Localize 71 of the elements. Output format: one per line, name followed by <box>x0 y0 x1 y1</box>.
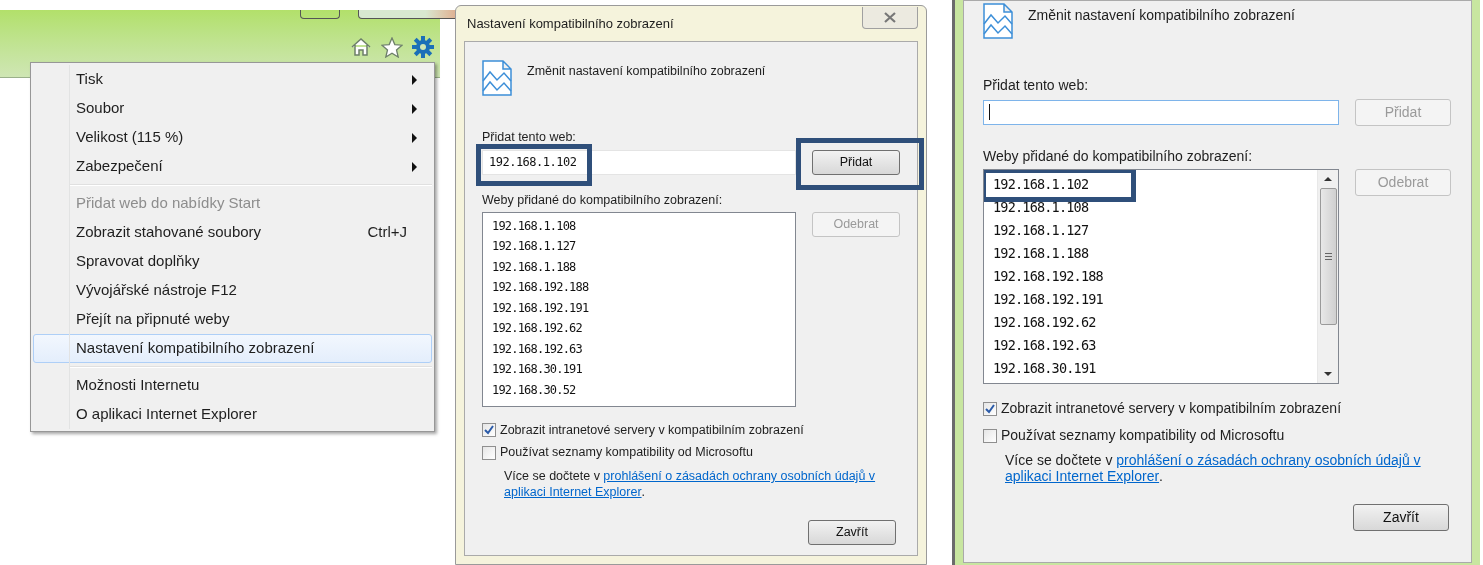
star-icon[interactable] <box>381 36 403 58</box>
privacy-link[interactable]: prohlášení o zásadách ochrany osobních údajů v <box>1116 452 1421 468</box>
url-input-field[interactable] <box>983 100 1339 125</box>
info-text: Více se dočtete v prohlášení o zásadách ochrany osobních údajů v <box>1005 452 1422 468</box>
site-list-item[interactable]: 192.168.1.102 <box>993 174 1089 197</box>
text-cursor <box>989 104 990 120</box>
list-label: Weby přidané do kompatibilního zobrazení: <box>983 147 1253 166</box>
site-list-item[interactable]: 192.168.192.188 <box>993 266 1103 289</box>
window-title: Nastavení kompatibilního zobrazení <box>466 14 674 33</box>
document-chart-icon <box>482 60 512 96</box>
submenu-arrow-icon <box>412 74 417 85</box>
close-icon <box>884 11 896 23</box>
site-list-item[interactable]: 192.168.30.191 <box>492 360 582 381</box>
field-label: Přidat tento web: <box>983 76 1090 95</box>
privacy-link[interactable]: aplikaci Internet Explorer <box>1005 468 1160 484</box>
checkbox-option[interactable]: Používat seznamy kompatibility od Microsoftu <box>482 443 900 462</box>
site-list-item[interactable]: 192.168.192.62 <box>492 319 582 340</box>
checkbox-option[interactable]: Používat seznamy kompatibility od Microsoftu <box>983 425 1452 446</box>
period-text: . <box>641 484 646 500</box>
site-list-item[interactable]: 192.168.1.108 <box>492 216 576 237</box>
menu-item[interactable]: Spravovat doplňky <box>33 247 432 276</box>
menu-item[interactable]: Možnosti Internetu <box>33 371 432 400</box>
site-list-item[interactable]: 192.168.1.108 <box>993 197 1089 220</box>
period-text: . <box>1159 468 1163 484</box>
home-icon[interactable] <box>350 37 372 57</box>
menu-item[interactable]: O aplikaci Internet Explorer <box>33 400 432 429</box>
close-button[interactable] <box>862 6 918 29</box>
menu-item[interactable]: Zabezpečení <box>33 152 432 181</box>
url-input-field[interactable]: 192.168.1.102 <box>482 149 796 175</box>
shortcut-label: Ctrl+J <box>367 222 407 243</box>
dialog-heading: Změnit nastavení kompatibilního zobrazení <box>527 63 766 80</box>
site-list-item[interactable]: 192.168.192.63 <box>492 339 582 360</box>
document-chart-icon <box>983 3 1013 39</box>
menu-item[interactable]: Zobrazit stahované soubory Ctrl+J <box>33 218 432 247</box>
close-dialog-button[interactable]: Zavřít <box>808 520 896 545</box>
dialog-heading: Změnit nastavení kompatibilního zobrazení <box>1028 6 1295 25</box>
checkbox-option[interactable]: Zobrazit intranetové servery v kompatibilním zobrazení <box>482 420 900 440</box>
site-list-item[interactable]: 192.168.1.127 <box>993 220 1089 243</box>
add-button[interactable]: Přidat <box>812 149 900 175</box>
scrollbar[interactable] <box>1317 170 1338 383</box>
site-list-item[interactable]: 192.168.192.62 <box>993 312 1096 335</box>
submenu-arrow-icon <box>412 132 417 143</box>
checkbox[interactable] <box>482 422 496 437</box>
site-list-item[interactable]: 192.168.1.188 <box>492 257 576 278</box>
site-list-item[interactable]: 192.168.30.191 <box>993 358 1096 381</box>
menu-item[interactable]: Soubor <box>33 94 432 123</box>
privacy-link[interactable]: aplikaci Internet Explorer <box>504 484 642 500</box>
menu-item[interactable]: Velikost (115 %) <box>33 123 432 152</box>
close-dialog-button[interactable]: Zavřít <box>1353 504 1449 531</box>
site-list-item[interactable]: 192.168.30.52 <box>492 380 576 401</box>
site-list-item[interactable]: 192.168.1.188 <box>993 243 1089 266</box>
list-label: Weby přidané do kompatibilního zobrazení: <box>482 191 724 209</box>
checkbox-option[interactable]: Zobrazit intranetové servery v kompatibilním zobrazení <box>983 398 1452 419</box>
site-list-item[interactable]: 192.168.192.191 <box>492 298 589 319</box>
site-list-item[interactable]: 192.168.192.191 <box>993 289 1103 312</box>
checkbox[interactable] <box>983 428 997 443</box>
field-label: Přidat tento web: <box>482 129 577 146</box>
menu-item[interactable]: Nastavení kompatibilního zobrazení <box>33 334 432 363</box>
menu-item[interactable]: Přejít na připnuté weby <box>33 305 432 334</box>
privacy-link[interactable]: prohlášení o zásadách ochrany osobních údajů v <box>603 469 876 483</box>
site-list-item[interactable]: 192.168.192.188 <box>492 278 589 299</box>
submenu-arrow-icon <box>412 103 417 114</box>
checkbox[interactable] <box>482 445 496 460</box>
menu-item[interactable]: Tisk <box>33 65 432 94</box>
checkbox[interactable] <box>983 401 997 416</box>
menu-item[interactable]: Vývojářské nástroje F12 <box>33 276 432 305</box>
site-list-item[interactable]: 192.168.1.127 <box>492 237 576 258</box>
submenu-arrow-icon <box>412 161 417 172</box>
site-list-item[interactable]: 192.168.192.63 <box>993 335 1096 358</box>
info-text: Více se dočtete v prohlášení o zásadách ochrany osobních údajů v <box>504 468 877 484</box>
settings-icon[interactable] <box>412 36 434 58</box>
